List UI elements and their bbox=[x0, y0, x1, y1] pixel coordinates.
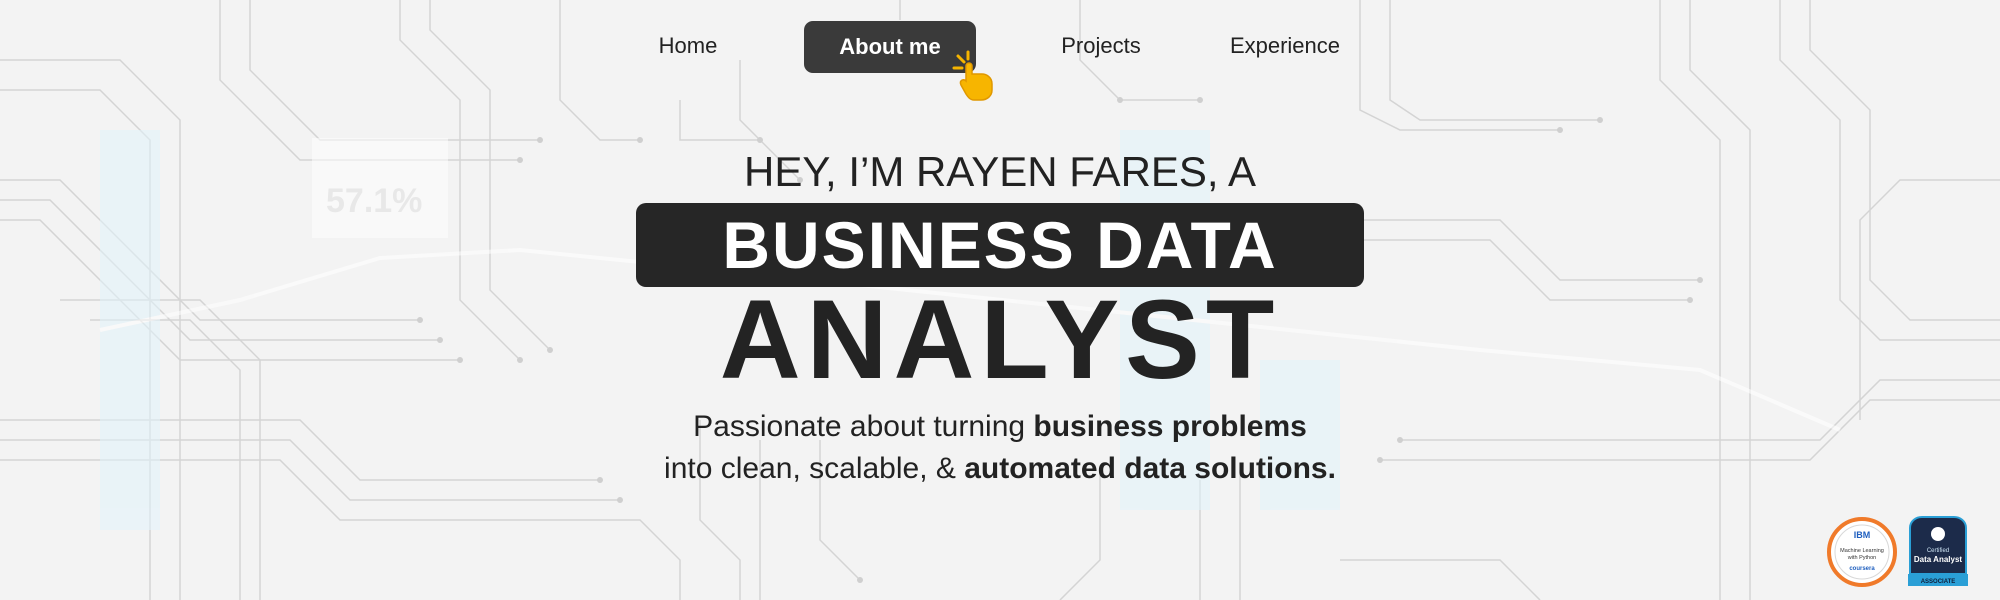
da-badge-line1: Certified bbox=[1927, 548, 1949, 554]
data-analyst-badge[interactable]: Certified Data Analyst ASSOCIATE bbox=[1902, 514, 1974, 590]
background-metric: 57.1% bbox=[326, 182, 423, 220]
tagline-bold-2: automated data solutions. bbox=[964, 452, 1336, 485]
hero-title-line2: ANALYST bbox=[719, 277, 1281, 402]
tagline-text-2: into clean, scalable, & bbox=[664, 452, 965, 485]
hero-title-line1: BUSINESS DATA bbox=[722, 208, 1278, 282]
hero-section: HEY, I’M RAYEN FARES, A BUSINESS DATA AN… bbox=[0, 0, 2000, 600]
da-badge-level: ASSOCIATE bbox=[1921, 579, 1956, 585]
hero-greeting: HEY, I’M RAYEN FARES, A bbox=[744, 148, 1256, 195]
coursera-text: coursera bbox=[1849, 566, 1875, 572]
badge-bulb-icon bbox=[1931, 527, 1945, 541]
da-badge-line2: Data Analyst bbox=[1914, 555, 1963, 564]
ibm-certificate-badge[interactable]: IBM Machine Learning with Python courser… bbox=[1826, 514, 1898, 590]
ibm-logo-text: IBM bbox=[1854, 530, 1871, 540]
tagline-text-1: Passionate about turning bbox=[693, 410, 1034, 443]
ibm-badge-line2: with Python bbox=[1847, 555, 1876, 561]
tagline-bold-1: business problems bbox=[1033, 410, 1307, 443]
ibm-badge-line1: Machine Learning bbox=[1840, 548, 1884, 554]
hero-tagline: Passionate about turning business proble… bbox=[0, 406, 2000, 490]
